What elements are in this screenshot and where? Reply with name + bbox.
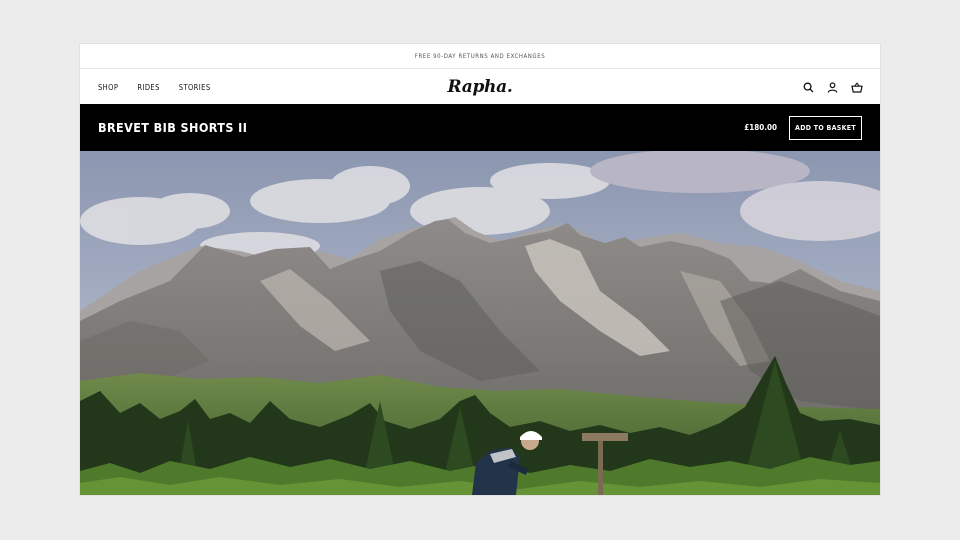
basket-icon[interactable] (851, 81, 863, 93)
nav-link-rides[interactable]: RIDES (137, 83, 159, 92)
hero-image (80, 151, 880, 495)
main-nav: SHOP RIDES STORIES Rapha. (80, 69, 880, 105)
add-to-basket-button[interactable]: ADD TO BASKET (789, 115, 862, 140)
account-icon[interactable] (827, 81, 838, 93)
nav-links: SHOP RIDES STORIES (98, 83, 211, 92)
product-price: £180.00 (744, 123, 777, 132)
promo-bar: FREE 90-DAY RETURNS AND EXCHANGES (80, 44, 880, 69)
rapha-logo[interactable]: Rapha. (448, 77, 513, 97)
promo-text[interactable]: FREE 90-DAY RETURNS AND EXCHANGES (415, 53, 545, 60)
search-icon[interactable] (803, 82, 814, 93)
nav-icons (803, 81, 863, 93)
nav-link-shop[interactable]: SHOP (98, 83, 118, 92)
page-frame: FREE 90-DAY RETURNS AND EXCHANGES SHOP R… (80, 44, 880, 495)
hero-scene (80, 151, 880, 495)
buy-section: £180.00 ADD TO BASKET (744, 115, 862, 140)
nav-link-stories[interactable]: STORIES (179, 83, 211, 92)
product-bar: BREVET BIB SHORTS II £180.00 ADD TO BASK… (80, 104, 880, 151)
product-title: BREVET BIB SHORTS II (98, 120, 248, 135)
